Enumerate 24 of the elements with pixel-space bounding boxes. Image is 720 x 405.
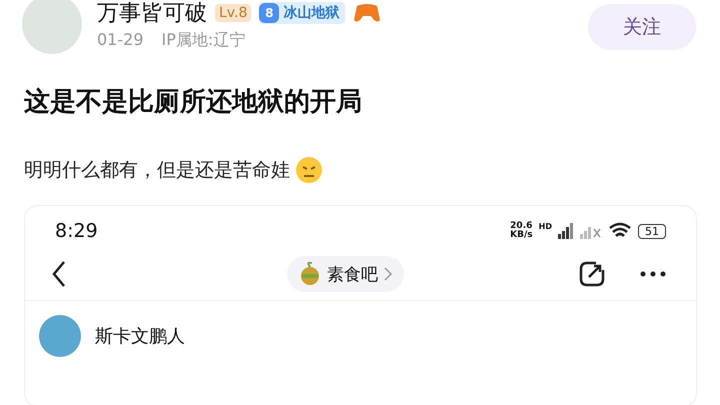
tier-badge: 8 冰山地狱 [259, 2, 346, 24]
back-icon[interactable] [51, 260, 67, 288]
share-icon[interactable] [578, 260, 606, 288]
chevron-icon [384, 267, 392, 281]
signal-icon [558, 223, 574, 239]
hd-label: HD [538, 222, 552, 231]
status-time: 8:29 [55, 220, 98, 242]
post-title: 这是不是比厕所还地狱的开局 [24, 86, 363, 119]
reply-author-name[interactable]: 斯卡文鹏人 [95, 324, 185, 348]
follow-button[interactable]: 关注 [588, 4, 696, 50]
more-icon[interactable] [640, 271, 666, 277]
level-badge: Lv.8 [215, 4, 252, 22]
ip-location: IP属地:辽宁 [162, 30, 246, 51]
gamepad-icon [353, 2, 382, 24]
post-body: 明明什么都有，但是还是苦命娃 [24, 158, 290, 183]
speed-unit: KB/s [510, 231, 533, 240]
forum-chip[interactable]: 素食吧 [287, 256, 404, 292]
battery-level: 51 [638, 224, 666, 238]
post-date: 01-29 [97, 30, 144, 51]
emoji-face-icon [294, 155, 324, 185]
author-name[interactable]: 万事皆可破 [97, 0, 207, 28]
apple-icon [299, 262, 321, 286]
network-speed: 20.6 [510, 222, 533, 231]
avatar-photo-placeholder[interactable] [39, 315, 81, 357]
